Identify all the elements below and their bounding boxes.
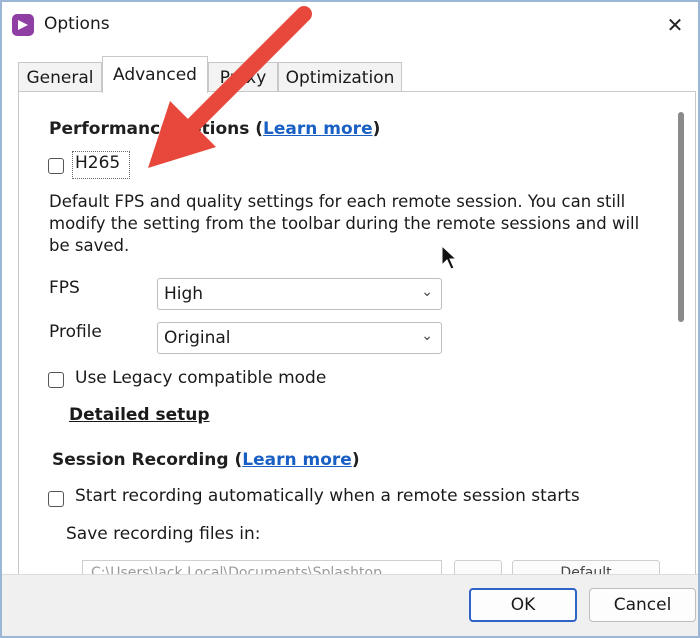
options-dialog: Options ✕ General Advanced Proxy Optimiz… [0, 0, 700, 638]
detailed-setup-link[interactable]: Detailed setup [69, 405, 210, 425]
legacy-mode-label[interactable]: Use Legacy compatible mode [75, 368, 326, 388]
close-button[interactable]: ✕ [658, 8, 692, 42]
h265-checkbox[interactable] [48, 158, 64, 174]
chevron-down-icon: ⌄ [421, 328, 433, 344]
profile-select-value: Original [164, 328, 231, 348]
recording-learn-more-link[interactable]: Learn more [242, 450, 352, 470]
performance-heading: Performance options (Learn more) [49, 119, 381, 139]
recording-heading: Session Recording (Learn more) [52, 450, 360, 470]
title-bar: Options ✕ [2, 2, 698, 48]
close-icon: ✕ [666, 13, 684, 37]
tab-optimization[interactable]: Optimization [278, 62, 402, 92]
legacy-mode-checkbox[interactable] [48, 372, 64, 388]
fps-select-value: High [164, 284, 204, 304]
chevron-down-icon: ⌄ [421, 284, 433, 300]
mouse-pointer-icon [441, 244, 458, 275]
profile-select[interactable]: Original ⌄ [157, 322, 442, 354]
h265-label[interactable]: H265 [75, 153, 120, 173]
window-title: Options [44, 14, 110, 34]
app-logo-icon [12, 14, 34, 36]
save-in-label: Save recording files in: [66, 524, 261, 544]
tab-strip: General Advanced Proxy Optimization [18, 56, 402, 93]
tab-advanced[interactable]: Advanced [102, 56, 208, 93]
fps-select[interactable]: High ⌄ [157, 278, 442, 310]
profile-label: Profile [49, 322, 102, 342]
tab-general[interactable]: General [18, 62, 102, 92]
auto-record-checkbox[interactable] [48, 491, 64, 507]
cancel-button[interactable]: Cancel [589, 588, 696, 622]
auto-record-label[interactable]: Start recording automatically when a rem… [75, 486, 580, 506]
fps-label: FPS [49, 278, 80, 298]
tab-proxy[interactable]: Proxy [208, 62, 278, 92]
performance-description: Default FPS and quality settings for eac… [49, 192, 640, 255]
ok-button[interactable]: OK [469, 588, 577, 622]
performance-learn-more-link[interactable]: Learn more [263, 119, 373, 139]
vertical-scrollbar[interactable] [678, 112, 684, 322]
